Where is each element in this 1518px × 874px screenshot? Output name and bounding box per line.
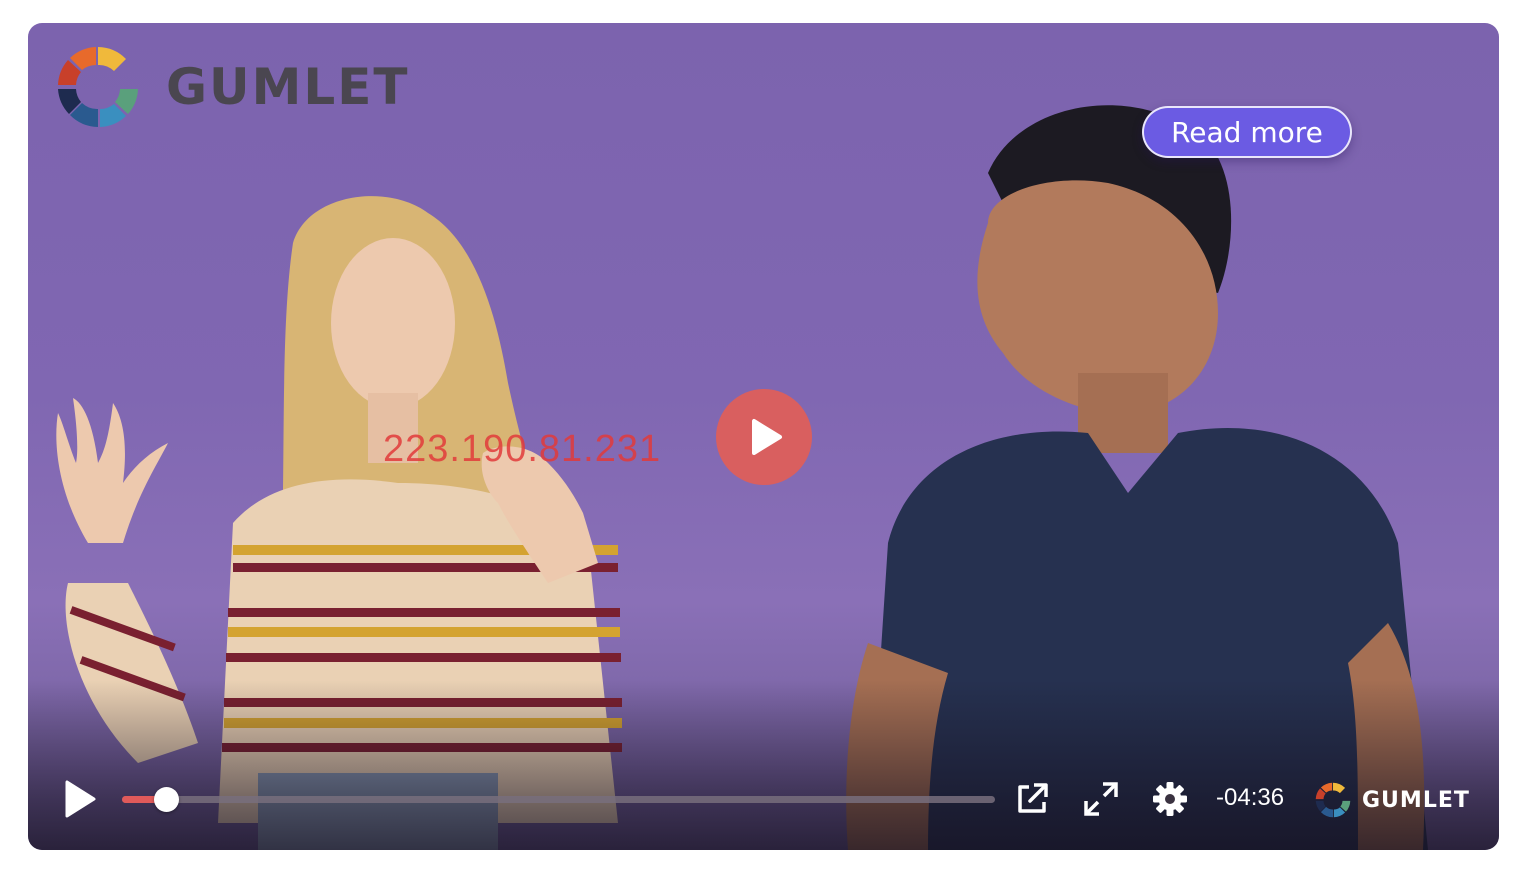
share-button[interactable] — [1012, 779, 1052, 819]
gear-icon — [1153, 782, 1187, 816]
video-player[interactable]: GUMLET Read more 223.190.81.231 -04:36 G… — [28, 23, 1499, 850]
seek-handle[interactable] — [154, 787, 179, 812]
ip-watermark: 223.190.81.231 — [383, 428, 662, 470]
external-link-icon — [1018, 783, 1048, 813]
brand-logo-small[interactable]: GUMLET — [1314, 780, 1470, 820]
seek-bar[interactable] — [122, 787, 995, 812]
read-more-button[interactable]: Read more — [1142, 106, 1352, 158]
settings-button[interactable] — [1150, 779, 1190, 819]
play-icon — [752, 419, 782, 455]
play-button[interactable] — [62, 778, 98, 820]
brand-name: GUMLET — [166, 58, 410, 116]
gumlet-logo-icon — [58, 47, 138, 127]
gumlet-logo-icon — [1315, 782, 1351, 818]
play-icon — [65, 780, 96, 818]
fullscreen-icon — [1084, 782, 1118, 816]
big-play-button[interactable] — [716, 389, 812, 485]
time-remaining: -04:36 — [1216, 784, 1285, 811]
brand-name-small: GUMLET — [1362, 787, 1470, 813]
fullscreen-button[interactable] — [1081, 779, 1121, 819]
brand-watermark: GUMLET — [54, 43, 410, 131]
